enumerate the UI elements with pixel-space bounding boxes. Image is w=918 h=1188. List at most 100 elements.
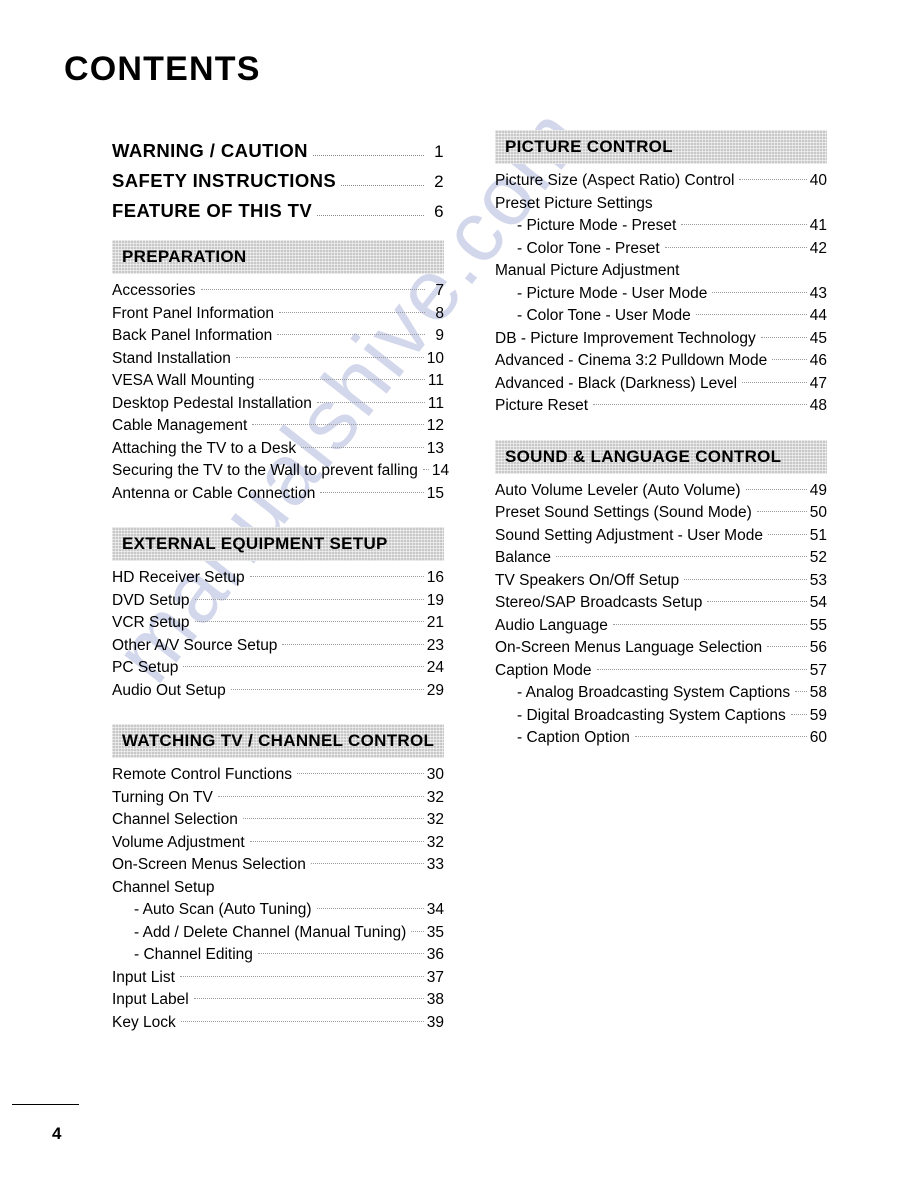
toc-entry[interactable]: Balance 52	[495, 547, 827, 570]
toc-entry[interactable]: SAFETY INSTRUCTIONS 2	[112, 162, 444, 192]
toc-entry-page-number: 49	[809, 481, 827, 499]
toc-entry-page-number: 24	[426, 659, 444, 676]
toc-entry[interactable]: DB - Picture Improvement Technology 45	[495, 328, 827, 351]
toc-entry-label: Preset Sound Settings (Sound Mode)	[495, 504, 752, 521]
toc-entry[interactable]: Other A/V Source Setup 23	[112, 635, 444, 658]
toc-entry[interactable]: Front Panel Information 8	[112, 303, 444, 326]
toc-entry[interactable]: Preset Sound Settings (Sound Mode) 50	[495, 502, 827, 525]
toc-entry[interactable]: - Digital Broadcasting System Captions 59	[495, 705, 827, 728]
toc-entry[interactable]: Attaching the TV to a Desk 13	[112, 438, 444, 461]
toc-entry[interactable]: Volume Adjustment 32	[112, 832, 444, 855]
toc-entry-label: - Picture Mode - User Mode	[517, 284, 708, 302]
toc-entry[interactable]: - Color Tone - Preset 42	[495, 238, 827, 261]
toc-entry[interactable]: Picture Reset 48	[495, 395, 827, 418]
toc-leader-dots	[320, 491, 424, 493]
toc-entry[interactable]: Antenna or Cable Connection 15	[112, 483, 444, 506]
toc-entry[interactable]: Manual Picture Adjustment	[495, 260, 827, 283]
toc-entry[interactable]: - Add / Delete Channel (Manual Tuning) 35	[112, 922, 444, 945]
toc-entry[interactable]: Caption Mode 57	[495, 660, 827, 683]
toc-entry-label: SAFETY INSTRUCTIONS	[112, 170, 337, 191]
toc-leader-dots	[257, 952, 424, 955]
toc-leader-dots	[664, 246, 807, 248]
toc-entry[interactable]: - Picture Mode - Preset 41	[495, 215, 827, 238]
toc-entry[interactable]: On-Screen Menus Selection 33	[112, 854, 444, 877]
toc-entry[interactable]: Advanced - Cinema 3:2 Pulldown Mode 46	[495, 350, 827, 373]
toc-entry[interactable]: Channel Setup	[112, 877, 444, 900]
toc-entry-label: Turning On TV	[112, 788, 213, 806]
toc-entry-label: Accessories	[112, 282, 196, 299]
toc-entry[interactable]: Input List 37	[112, 967, 444, 990]
toc-leader-dots	[767, 533, 807, 535]
toc-entry[interactable]: Audio Language 55	[495, 615, 827, 638]
toc-entry[interactable]: Key Lock 39	[112, 1012, 444, 1035]
toc-entry[interactable]: - Color Tone - User Mode 44	[495, 305, 827, 328]
toc-entry-page-number: 32	[426, 811, 444, 828]
toc-leader-dots	[593, 403, 807, 406]
toc-entry[interactable]: PC Setup 24	[112, 657, 444, 680]
toc-entry[interactable]: On-Screen Menus Language Selection 56	[495, 637, 827, 660]
toc-entry[interactable]: Turning On TV 32	[112, 787, 444, 810]
toc-entry[interactable]: Audio Out Setup 29	[112, 680, 444, 703]
toc-entry[interactable]: Cable Management 12	[112, 415, 444, 438]
toc-leader-dots	[235, 356, 424, 358]
toc-entry-label: DB - Picture Improvement Technology	[495, 329, 756, 347]
toc-entry[interactable]: Advanced - Black (Darkness) Level 47	[495, 373, 827, 396]
toc-entry[interactable]: - Analog Broadcasting System Captions 58	[495, 682, 827, 705]
toc-entry[interactable]: Securing the TV to the Wall to prevent f…	[112, 460, 449, 483]
toc-entry[interactable]: Channel Selection 32	[112, 809, 444, 832]
toc-entry-label: FEATURE OF THIS TV	[112, 200, 313, 221]
toc-entry[interactable]: Auto Volume Leveler (Auto Volume) 49	[495, 480, 827, 503]
toc-entry[interactable]: Preset Picture Settings	[495, 193, 827, 216]
toc-entry-label: On-Screen Menus Selection	[112, 856, 306, 873]
toc-entry-label: Picture Size (Aspect Ratio) Control	[495, 172, 735, 189]
toc-entry[interactable]: Stereo/SAP Broadcasts Setup 54	[495, 592, 827, 615]
toc-leader-dots	[317, 214, 424, 216]
toc-entry-page-number: 14	[431, 462, 450, 479]
toc-entry-label: Input List	[112, 968, 175, 986]
toc-entry[interactable]: WARNING / CAUTION 1	[112, 132, 444, 162]
toc-entry[interactable]: DVD Setup 19	[112, 590, 444, 613]
toc-entry[interactable]: Picture Size (Aspect Ratio) Control 40	[495, 170, 827, 193]
toc-entry-page-number: 55	[809, 616, 827, 634]
toc-entry[interactable]: Stand Installation 10	[112, 348, 444, 371]
toc-entry-page-number: 1	[434, 142, 444, 161]
toc-entry-label: Attaching the TV to a Desk	[112, 439, 297, 457]
toc-entry[interactable]: Remote Control Functions 30	[112, 764, 444, 787]
toc-entry-label: Front Panel Information	[112, 304, 274, 322]
toc-entry[interactable]: - Auto Scan (Auto Tuning) 34	[112, 899, 444, 922]
toc-section-header: SOUND & LANGUAGE CONTROL	[495, 439, 827, 474]
toc-entry-label: Cable Management	[112, 417, 248, 434]
toc-leader-dots	[795, 690, 807, 693]
toc-entry[interactable]: TV Speakers On/Off Setup 53	[495, 570, 827, 593]
toc-leader-dots	[684, 578, 807, 580]
toc-leader-dots	[772, 358, 807, 361]
toc-section: EXTERNAL EQUIPMENT SETUP HD Receiver Setu…	[112, 527, 444, 702]
toc-entry[interactable]: - Caption Option 60	[495, 727, 827, 750]
toc-entry[interactable]: Sound Setting Adjustment - User Mode 51	[495, 525, 827, 548]
toc-leader-dots	[316, 907, 424, 910]
toc-entry[interactable]: - Channel Editing 36	[112, 944, 444, 967]
toc-entry-label: Channel Setup	[112, 878, 215, 896]
toc-entry-page-number: 8	[435, 304, 444, 322]
toc-entry[interactable]: VESA Wall Mounting 11	[112, 370, 444, 393]
toc-leader-dots	[745, 488, 807, 490]
toc-entry-page-number: 29	[426, 681, 444, 699]
toc-entry[interactable]: Accessories 7	[112, 280, 444, 303]
toc-entry-label: DVD Setup	[112, 591, 190, 609]
toc-entry[interactable]: Back Panel Information 9	[112, 325, 444, 348]
toc-section-title: SOUND & LANGUAGE CONTROL	[505, 446, 782, 466]
toc-leader-dots	[242, 817, 424, 820]
toc-leader-dots	[341, 184, 424, 186]
toc-entry[interactable]: VCR Setup 21	[112, 612, 444, 635]
toc-entry-page-number: 39	[426, 1013, 444, 1031]
toc-entry[interactable]: Input Label 38	[112, 989, 444, 1012]
toc-entry[interactable]: FEATURE OF THIS TV 6	[112, 192, 444, 222]
toc-entry-page-number: 59	[809, 706, 827, 724]
toc-entry[interactable]: HD Receiver Setup 16	[112, 567, 444, 590]
toc-leader-dots	[252, 423, 424, 426]
toc-entry-page-number: 36	[426, 946, 444, 963]
toc-leader-dots	[259, 378, 425, 381]
toc-entry[interactable]: - Picture Mode - User Mode 43	[495, 283, 827, 306]
toc-leader-dots	[200, 288, 425, 291]
toc-entry[interactable]: Desktop Pedestal Installation 11	[112, 393, 444, 416]
